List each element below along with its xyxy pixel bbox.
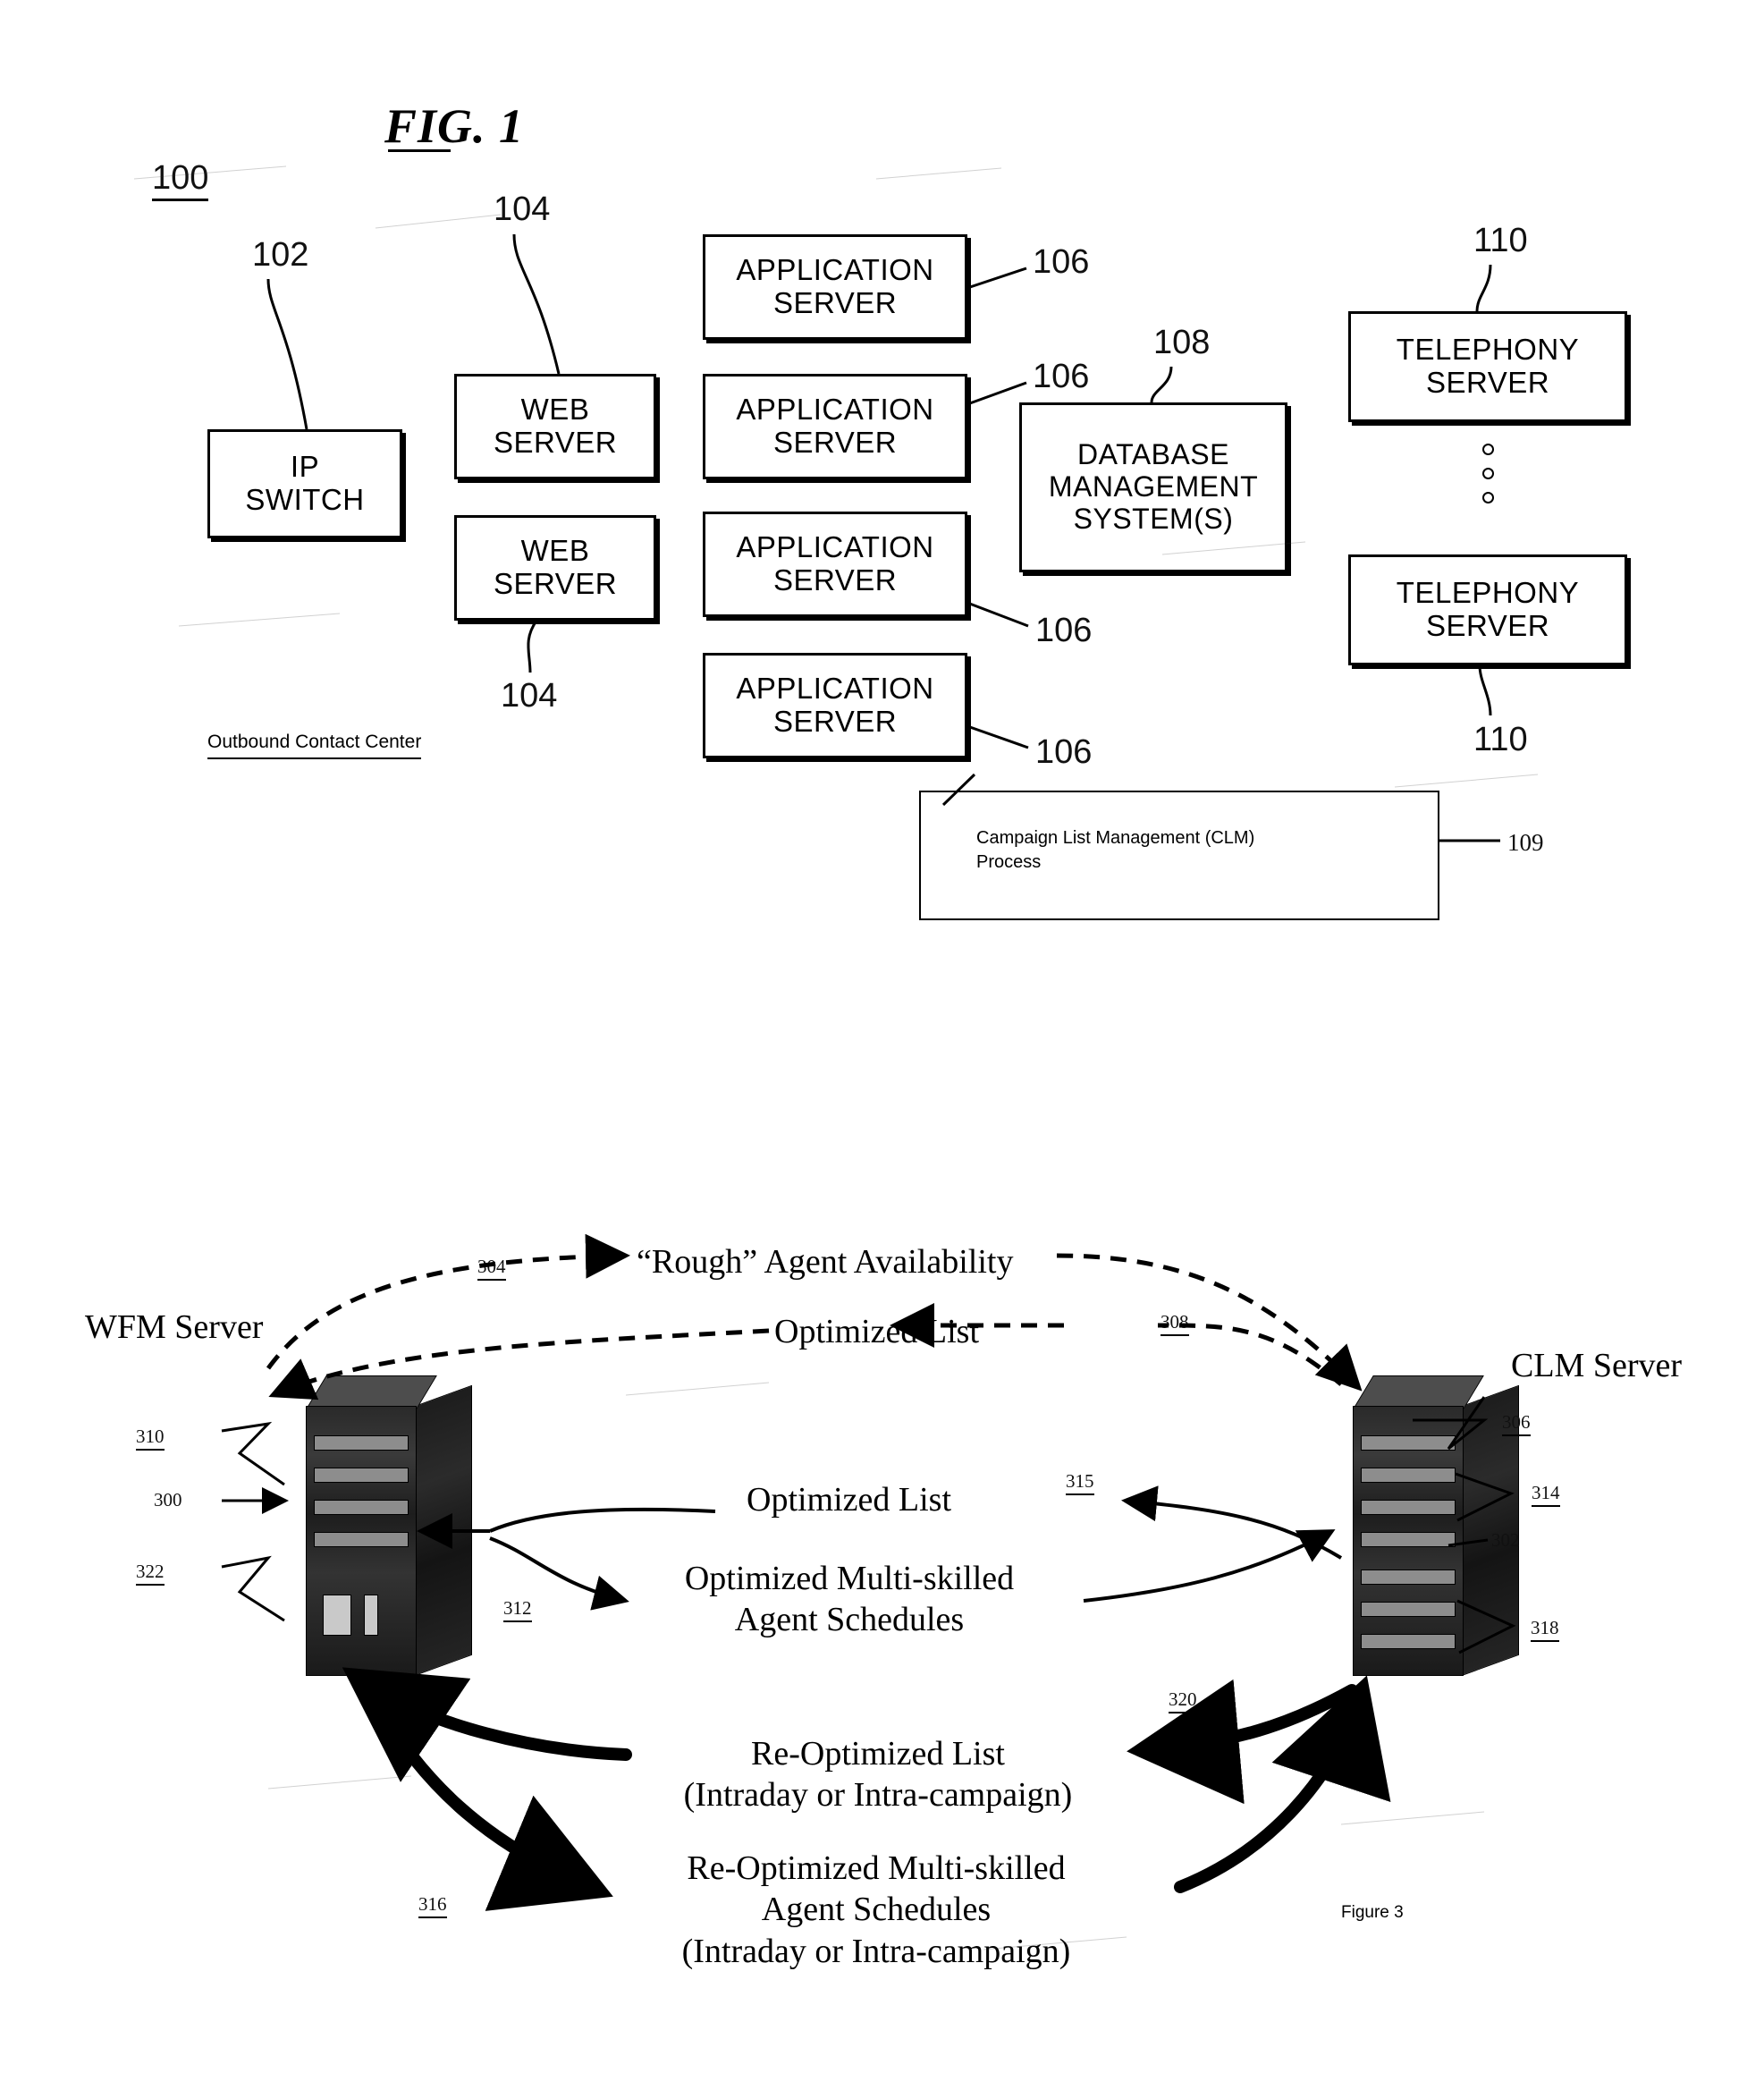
- block-web-server-2: WEB SERVER: [454, 515, 656, 621]
- block-web-server-1-line-1: WEB: [520, 393, 590, 427]
- block-application-server-4-line-2: SERVER: [772, 705, 898, 738]
- reference-numeral-314: 314: [1532, 1482, 1560, 1507]
- reference-numeral-100: 100: [152, 159, 209, 201]
- block-telephony-server-2: TELEPHONY SERVER: [1348, 554, 1627, 665]
- block-ip-switch: IP SWITCH: [207, 429, 402, 538]
- flow-label-rough-agent-availability: “Rough” Agent Availability: [637, 1243, 1014, 1281]
- block-application-server-2-line-1: APPLICATION: [736, 393, 934, 427]
- reference-numeral-106-3: 106: [1035, 612, 1093, 649]
- outbound-contact-center-caption: Outbound Contact Center: [207, 732, 422, 759]
- block-clm-process-line-2: Process: [976, 852, 1042, 872]
- block-application-server-1-line-2: SERVER: [772, 286, 898, 319]
- block-application-server-4-line-1: APPLICATION: [736, 672, 934, 706]
- reference-numeral-110-bottom: 110: [1473, 721, 1528, 758]
- block-application-server-3: APPLICATION SERVER: [703, 512, 967, 617]
- reference-numeral-102: 102: [252, 236, 309, 274]
- wfm-server-tower-icon: [283, 1375, 488, 1688]
- reference-numeral-300: 300: [154, 1489, 182, 1510]
- block-ip-switch-line-2: SWITCH: [245, 483, 365, 516]
- reference-numeral-110-top: 110: [1473, 222, 1528, 259]
- reference-numeral-302: 302: [1491, 1529, 1520, 1551]
- block-web-server-1-line-2: SERVER: [493, 426, 618, 459]
- block-dbms-line-1: DATABASE: [1077, 438, 1229, 471]
- reference-numeral-306: 306: [1502, 1411, 1531, 1436]
- reference-numeral-109: 109: [1507, 829, 1544, 856]
- block-clm-process-line-1: Campaign List Management (CLM): [976, 828, 1255, 848]
- reference-numeral-308: 308: [1161, 1311, 1189, 1336]
- reference-numeral-310: 310: [136, 1426, 165, 1451]
- reference-numeral-106-4: 106: [1035, 733, 1093, 771]
- block-dbms-line-3: SYSTEM(S): [1073, 502, 1234, 535]
- reference-numeral-104-top: 104: [494, 190, 551, 228]
- reference-numeral-315: 315: [1066, 1470, 1094, 1495]
- block-telephony-server-1-line-2: SERVER: [1425, 366, 1550, 399]
- block-ip-switch-line-1: IP: [290, 450, 320, 484]
- reference-numeral-108: 108: [1153, 324, 1211, 361]
- block-telephony-server-2-line-2: SERVER: [1425, 609, 1550, 642]
- reference-numeral-104-bottom: 104: [501, 677, 558, 715]
- block-application-server-2-line-2: SERVER: [772, 426, 898, 459]
- reference-numeral-106-1: 106: [1033, 243, 1090, 281]
- block-dbms-line-2: MANAGEMENT: [1048, 470, 1259, 503]
- flow-label-re-optimized-schedules-line-1: Re-Optimized Multi-skilled: [687, 1849, 1066, 1887]
- block-web-server-2-line-2: SERVER: [493, 567, 618, 600]
- reference-numeral-316: 316: [418, 1893, 447, 1918]
- block-application-server-1: APPLICATION SERVER: [703, 234, 967, 340]
- flow-label-re-optimized-list-line-2: (Intraday or Intra-campaign): [683, 1776, 1073, 1815]
- block-database-management-system: DATABASE MANAGEMENT SYSTEM(S): [1019, 402, 1287, 572]
- block-application-server-1-line-1: APPLICATION: [736, 253, 934, 287]
- block-application-server-4: APPLICATION SERVER: [703, 653, 967, 758]
- figure-1-title: FIG. 1: [384, 99, 525, 153]
- flow-label-re-optimized-schedules-line-3: (Intraday or Intra-campaign): [681, 1932, 1071, 1970]
- flow-label-optimized-schedules-line-2: Agent Schedules: [734, 1601, 965, 1639]
- flow-label-optimized-schedules-line-1: Optimized Multi-skilled: [684, 1560, 1015, 1597]
- reference-numeral-322: 322: [136, 1561, 165, 1586]
- block-telephony-server-1-line-1: TELEPHONY: [1396, 333, 1580, 367]
- block-telephony-server-1: TELEPHONY SERVER: [1348, 311, 1627, 422]
- flow-label-optimized-list-dashed: Optimized List: [774, 1313, 980, 1350]
- reference-numeral-304: 304: [477, 1256, 506, 1281]
- wfm-server-label: WFM Server: [85, 1308, 264, 1346]
- clm-server-label: CLM Server: [1511, 1347, 1683, 1384]
- block-web-server-2-line-1: WEB: [520, 534, 590, 568]
- reference-numeral-318: 318: [1531, 1617, 1559, 1642]
- block-web-server-1: WEB SERVER: [454, 374, 656, 479]
- block-clm-process: Campaign List Management (CLM) Process: [919, 791, 1439, 920]
- vertical-ellipsis-icon: [1482, 444, 1494, 503]
- block-application-server-3-line-2: SERVER: [772, 563, 898, 597]
- flow-label-re-optimized-schedules-line-2: Agent Schedules: [761, 1891, 992, 1929]
- figure-3-caption: Figure 3: [1341, 1903, 1404, 1922]
- block-application-server-2: APPLICATION SERVER: [703, 374, 967, 479]
- flow-label-optimized-schedules: Optimized Multi-skilled Agent Schedules: [653, 1558, 1046, 1641]
- flow-label-re-optimized-list: Re-Optimized List (Intraday or Intra-cam…: [646, 1733, 1110, 1816]
- flow-label-re-optimized-list-line-1: Re-Optimized List: [751, 1735, 1005, 1773]
- reference-numeral-106-2: 106: [1033, 358, 1090, 395]
- flow-label-re-optimized-schedules: Re-Optimized Multi-skilled Agent Schedul…: [626, 1848, 1127, 1972]
- block-application-server-3-line-1: APPLICATION: [736, 530, 934, 564]
- flow-label-optimized-list-solid: Optimized List: [747, 1481, 952, 1519]
- reference-numeral-312: 312: [503, 1597, 532, 1622]
- block-telephony-server-2-line-1: TELEPHONY: [1396, 576, 1580, 610]
- reference-numeral-320: 320: [1169, 1688, 1197, 1713]
